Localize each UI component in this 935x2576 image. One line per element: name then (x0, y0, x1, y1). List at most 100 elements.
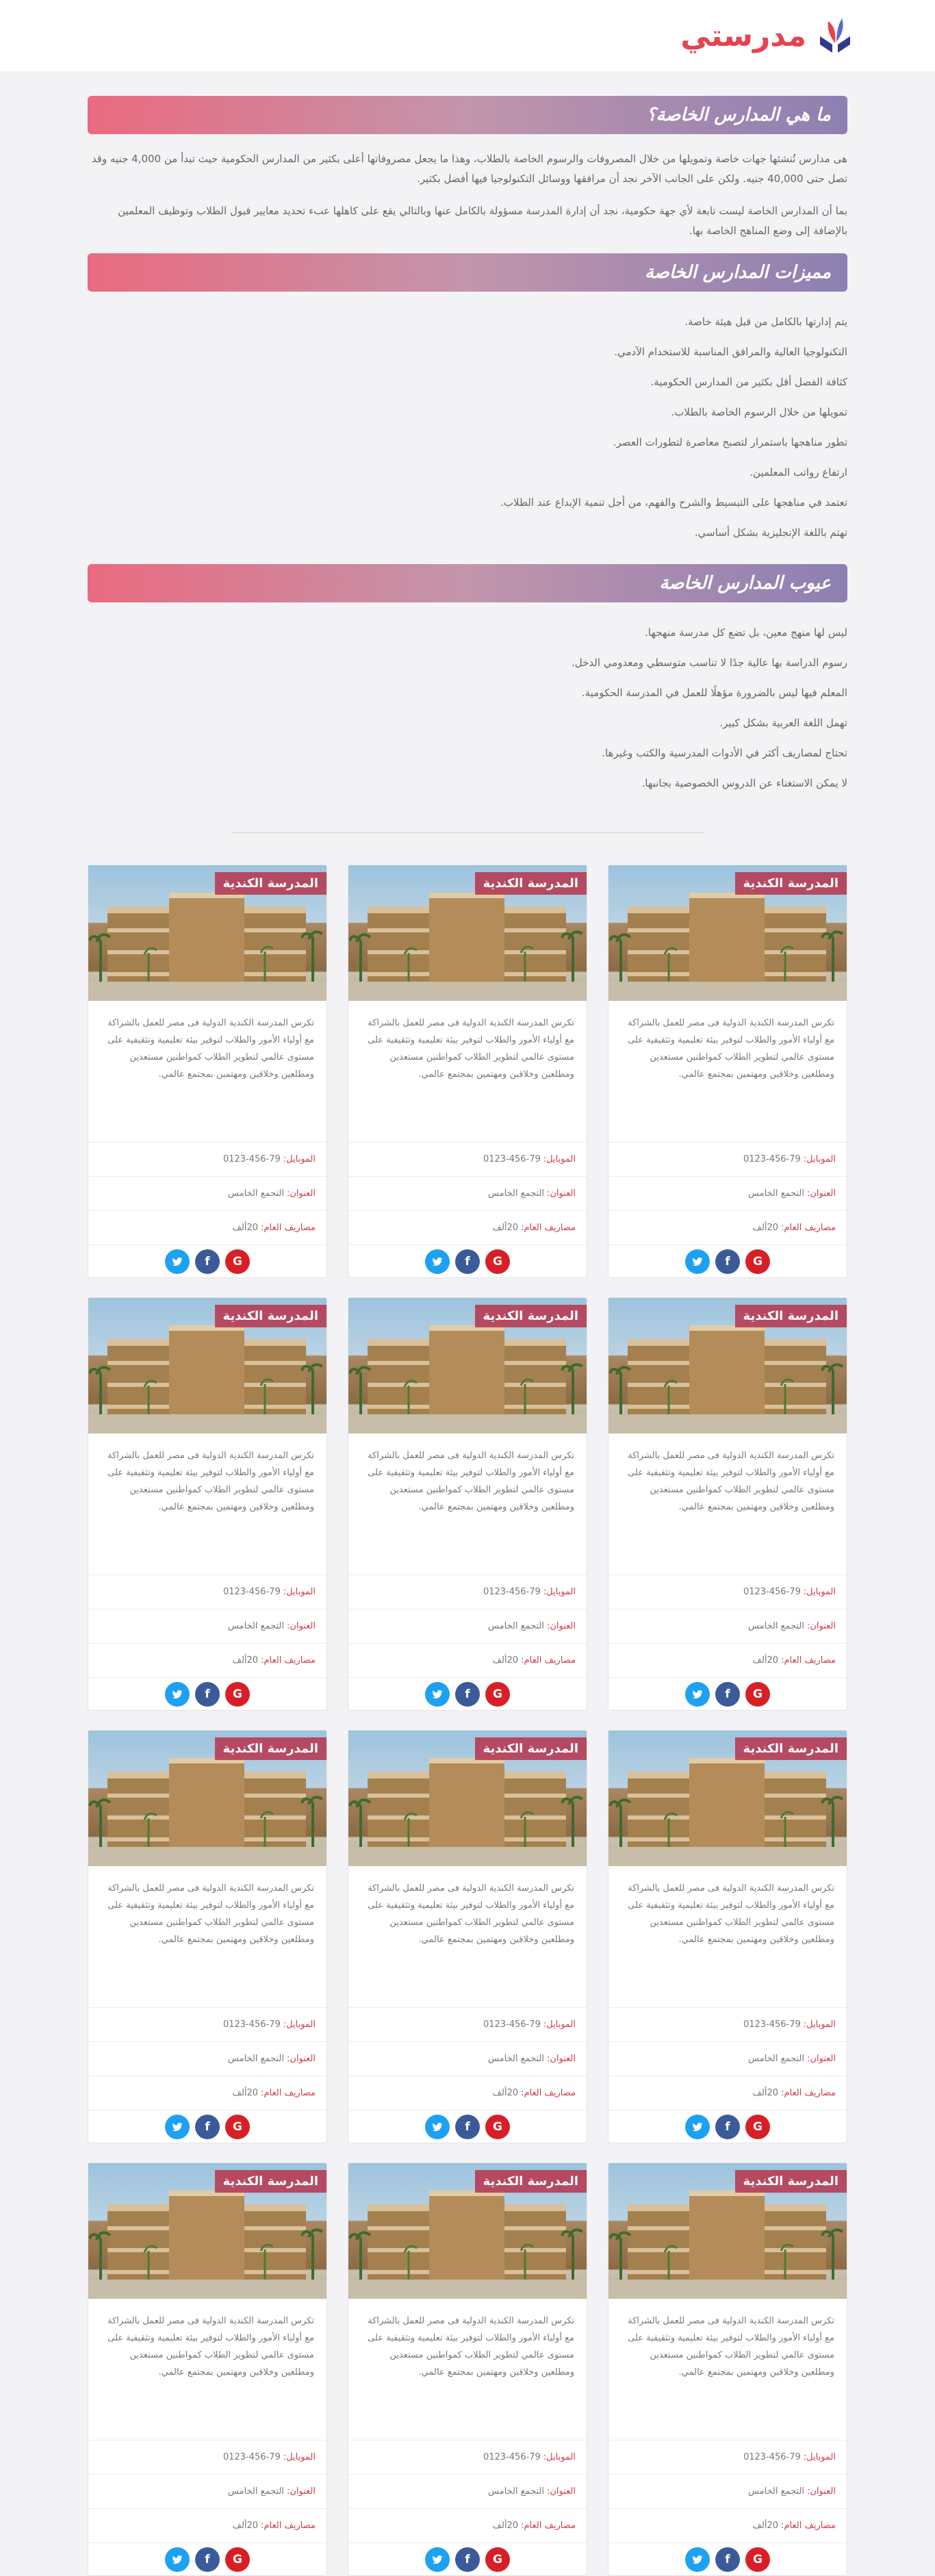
twitter-icon[interactable] (425, 1681, 450, 1707)
school-card[interactable]: المدرسة الكندية تكرس المدرسة الكندية الد… (88, 865, 327, 1278)
facebook-icon[interactable]: f (195, 1249, 220, 1274)
social-links: G f (609, 2110, 847, 2143)
phone-label: الموبايل: (803, 1587, 836, 1597)
school-image[interactable]: المدرسة الكندية (88, 865, 326, 1001)
address-label: العنوان: (286, 2054, 316, 2064)
google-plus-icon[interactable]: G (745, 1681, 770, 1707)
google-plus-icon[interactable]: G (745, 2547, 770, 2572)
school-image[interactable]: المدرسة الكندية (348, 2163, 587, 2299)
school-image[interactable]: المدرسة الكندية (88, 1298, 326, 1433)
facebook-icon[interactable]: f (715, 2114, 740, 2139)
school-image[interactable]: المدرسة الكندية (348, 1298, 587, 1433)
fees-value: 20ألف (232, 2521, 259, 2531)
twitter-icon[interactable] (685, 1249, 710, 1274)
address-row: العنوان: التجمع الخامس (88, 2474, 326, 2508)
school-image[interactable]: المدرسة الكندية (88, 1731, 326, 1866)
google-plus-icon[interactable]: G (745, 2114, 770, 2139)
phone-row: الموبايل: 0123-456-79 (348, 1142, 587, 1176)
site-logo[interactable]: مدرستي (680, 16, 854, 55)
twitter-icon[interactable] (685, 2114, 710, 2139)
facebook-icon[interactable]: f (195, 2114, 220, 2139)
school-card[interactable]: المدرسة الكندية تكرس المدرسة الكندية الد… (348, 2163, 587, 2576)
school-name-badge: المدرسة الكندية (474, 872, 587, 895)
fees-label: مصاريف العام: (261, 1223, 316, 1233)
facebook-icon[interactable]: f (195, 1681, 220, 1707)
school-card[interactable]: المدرسة الكندية تكرس المدرسة الكندية الد… (608, 1297, 847, 1711)
twitter-icon[interactable] (165, 2547, 190, 2572)
school-image[interactable]: المدرسة الكندية (348, 865, 587, 1001)
facebook-icon[interactable]: f (455, 2114, 480, 2139)
phone-label: الموبايل: (803, 1154, 836, 1164)
fees-row: مصاريف العام: 20ألف (348, 1210, 587, 1245)
drawbacks-list: ليس لها منهج معين، بل تضع كل مدرسة منهجه… (88, 617, 847, 798)
school-image[interactable]: المدرسة الكندية (609, 1298, 847, 1433)
school-description: تكرس المدرسة الكندية الدولية فى مصر للعم… (628, 2316, 834, 2377)
google-plus-icon[interactable]: G (485, 2114, 510, 2139)
social-links: G f (348, 2110, 587, 2143)
facebook-icon[interactable]: f (715, 1681, 740, 1707)
social-links: G f (609, 1245, 847, 1277)
social-links: G f (88, 1677, 326, 1710)
twitter-icon[interactable] (425, 2114, 450, 2139)
school-card[interactable]: المدرسة الكندية تكرس المدرسة الكندية الد… (608, 1730, 847, 2143)
phone-row: الموبايل: 0123-456-79 (348, 1574, 587, 1609)
twitter-icon[interactable] (425, 2547, 450, 2572)
school-image[interactable]: المدرسة الكندية (609, 865, 847, 1001)
fees-row: مصاريف العام: 20ألف (348, 2508, 587, 2542)
school-image[interactable]: المدرسة الكندية (348, 1731, 587, 1866)
address-label: العنوان: (546, 2486, 576, 2497)
phone-value: 0123-456-79 (743, 2452, 801, 2462)
features-list: يتم إدارتها بالكامل من قبل هيئة خاصة. ال… (88, 307, 847, 548)
google-plus-icon[interactable]: G (745, 1249, 770, 1274)
school-image[interactable]: المدرسة الكندية (88, 2163, 326, 2299)
twitter-icon[interactable] (425, 1249, 450, 1274)
address-row: العنوان: التجمع الخامس (609, 2041, 847, 2076)
school-card[interactable]: المدرسة الكندية تكرس المدرسة الكندية الد… (88, 1297, 327, 1711)
fees-value: 20ألف (232, 1223, 259, 1233)
google-plus-icon[interactable]: G (225, 1249, 250, 1274)
twitter-icon[interactable] (165, 1249, 190, 1274)
twitter-icon[interactable] (165, 2114, 190, 2139)
school-card[interactable]: المدرسة الكندية تكرس المدرسة الكندية الد… (88, 1730, 327, 2143)
school-card[interactable]: المدرسة الكندية تكرس المدرسة الكندية الد… (608, 865, 847, 1278)
school-description: تكرس المدرسة الكندية الدولية فى مصر للعم… (628, 1451, 834, 1512)
school-card[interactable]: المدرسة الكندية تكرس المدرسة الكندية الد… (348, 1297, 587, 1711)
fees-label: مصاريف العام: (781, 1223, 836, 1233)
school-card[interactable]: المدرسة الكندية تكرس المدرسة الكندية الد… (348, 1730, 587, 2143)
facebook-icon[interactable]: f (715, 2547, 740, 2572)
school-image[interactable]: المدرسة الكندية (609, 2163, 847, 2299)
address-value: التجمع الخامس (748, 2054, 804, 2064)
social-links: G f (609, 2542, 847, 2575)
fees-label: مصاريف العام: (261, 2088, 316, 2098)
school-image[interactable]: المدرسة الكندية (609, 1731, 847, 1866)
school-name-badge: المدرسة الكندية (214, 1737, 326, 1760)
school-card[interactable]: المدرسة الكندية تكرس المدرسة الكندية الد… (608, 2163, 847, 2576)
fees-row: مصاريف العام: 20ألف (88, 1210, 326, 1245)
facebook-icon[interactable]: f (455, 1681, 480, 1707)
twitter-icon[interactable] (685, 2547, 710, 2572)
google-plus-icon[interactable]: G (485, 1249, 510, 1274)
phone-value: 0123-456-79 (483, 2019, 541, 2030)
facebook-icon[interactable]: f (195, 2547, 220, 2572)
phone-value: 0123-456-79 (743, 1587, 801, 1597)
google-plus-icon[interactable]: G (225, 1681, 250, 1707)
school-description: تكرس المدرسة الكندية الدولية فى مصر للعم… (368, 1451, 574, 1512)
facebook-icon[interactable]: f (455, 1249, 480, 1274)
facebook-icon[interactable]: f (455, 2547, 480, 2572)
twitter-icon[interactable] (685, 1681, 710, 1707)
school-description: تكرس المدرسة الكندية الدولية فى مصر للعم… (628, 1883, 834, 1945)
school-card[interactable]: المدرسة الكندية تكرس المدرسة الكندية الد… (88, 2163, 327, 2576)
top-bar: مدرستي (0, 0, 935, 71)
address-label: العنوان: (286, 1188, 316, 1199)
google-plus-icon[interactable]: G (485, 1681, 510, 1707)
facebook-icon[interactable]: f (715, 1249, 740, 1274)
list-item: ليس لها منهج معين، بل تضع كل مدرسة منهجه… (644, 626, 847, 639)
google-plus-icon[interactable]: G (225, 2114, 250, 2139)
google-plus-icon[interactable]: G (225, 2547, 250, 2572)
google-plus-icon[interactable]: G (485, 2547, 510, 2572)
school-name-badge: المدرسة الكندية (734, 2170, 847, 2193)
fees-label: مصاريف العام: (781, 2088, 836, 2098)
school-card[interactable]: المدرسة الكندية تكرس المدرسة الكندية الد… (348, 865, 587, 1278)
address-value: التجمع الخامس (228, 2486, 284, 2497)
twitter-icon[interactable] (165, 1681, 190, 1707)
